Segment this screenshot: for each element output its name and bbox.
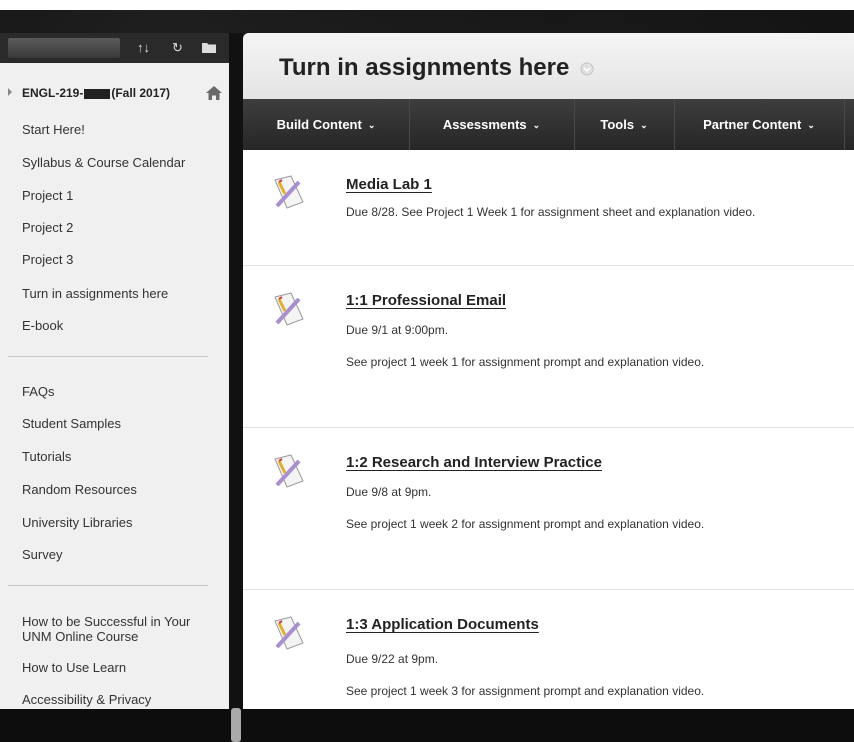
menu-item-random-resources[interactable]: Random Resources	[22, 482, 137, 498]
top-strip	[0, 0, 854, 10]
assignment-icon	[274, 175, 304, 209]
build-content-button[interactable]: Build Content ⌄	[243, 99, 410, 150]
assignment-description: Due 8/28. See Project 1 Week 1 for assig…	[346, 205, 756, 219]
assignment-icon	[274, 292, 304, 326]
chevron-down-icon: ⌄	[367, 120, 376, 131]
menu-item-project-1[interactable]: Project 1	[22, 188, 73, 204]
menu-divider	[8, 356, 208, 357]
content-item: 1:2 Research and Interview Practice Due …	[243, 428, 854, 590]
menu-item-syllabus[interactable]: Syllabus & Course Calendar	[22, 155, 185, 171]
menu-item-how-to-use-learn[interactable]: How to Use Learn	[22, 660, 126, 676]
page-title: Turn in assignments here	[279, 54, 594, 82]
menu-item-accessibility-privacy[interactable]: Accessibility & Privacy	[22, 692, 151, 708]
menu-item-tutorials[interactable]: Tutorials	[22, 449, 71, 465]
home-icon[interactable]	[205, 84, 223, 102]
assignment-due: Due 9/22 at 9pm.	[346, 652, 439, 666]
assignment-description: See project 1 week 3 for assignment prom…	[346, 684, 705, 698]
chevron-down-icon: ⌄	[640, 120, 648, 131]
expand-arrow-icon[interactable]	[8, 88, 12, 96]
menu-item-turn-in-assignments[interactable]: Turn in assignments here	[22, 286, 168, 302]
assignment-link[interactable]: 1:2 Research and Interview Practice	[346, 454, 602, 471]
chevron-down-icon: ⌄	[532, 120, 541, 131]
menu-item-how-to-be-successful[interactable]: How to be Successful in Your UNM Online …	[22, 614, 212, 644]
course-menu-toolbar: ↑↓ ↻	[0, 33, 229, 63]
assignment-due: Due 9/1 at 9:00pm.	[346, 323, 449, 337]
assignment-description: See project 1 week 1 for assignment prom…	[346, 355, 705, 369]
assignment-link[interactable]: Media Lab 1	[346, 176, 432, 193]
menu-item-project-3[interactable]: Project 3	[22, 252, 73, 268]
menu-item-e-book[interactable]: E-book	[22, 318, 63, 334]
assignment-link[interactable]: 1:3 Application Documents	[346, 616, 539, 633]
menu-item-university-libraries[interactable]: University Libraries	[22, 515, 133, 531]
course-menu-scrollbar[interactable]	[229, 33, 243, 742]
folder-icon[interactable]	[201, 40, 217, 58]
refresh-icon[interactable]: ↻	[172, 40, 183, 56]
assignment-link[interactable]: 1:1 Professional Email	[346, 292, 506, 309]
assessments-button[interactable]: Assessments ⌄	[409, 99, 575, 150]
menu-item-survey[interactable]: Survey	[22, 547, 62, 563]
content-area: Turn in assignments here Build Content ⌄ …	[243, 33, 854, 709]
assignment-icon	[274, 616, 304, 650]
course-menu-collapse-bar[interactable]	[8, 38, 120, 58]
partner-content-button[interactable]: Partner Content ⌄	[674, 99, 845, 150]
chevron-down-icon: ⌄	[807, 120, 815, 131]
assignment-description: See project 1 week 2 for assignment prom…	[346, 517, 705, 531]
course-title-row[interactable]: ENGL-219- (Fall 2017)	[8, 84, 223, 104]
menu-item-start-here[interactable]: Start Here!	[22, 122, 85, 138]
course-title[interactable]: ENGL-219- (Fall 2017)	[22, 86, 170, 100]
scrollbar-thumb[interactable]	[231, 708, 241, 742]
redacted-block	[84, 88, 111, 99]
content-item: Media Lab 1 Due 8/28. See Project 1 Week…	[243, 150, 854, 266]
action-bar: Build Content ⌄ Assessments ⌄ Tools ⌄ Partn…	[243, 99, 854, 150]
options-chevron-icon[interactable]	[580, 62, 594, 76]
content-item: 1:3 Application Documents Due 9/22 at 9p…	[243, 590, 854, 709]
assignment-icon	[274, 454, 304, 488]
page-header: Turn in assignments here	[243, 33, 854, 99]
menu-divider	[8, 585, 208, 586]
menu-item-faqs[interactable]: FAQs	[22, 384, 55, 400]
tools-button[interactable]: Tools ⌄	[574, 99, 675, 150]
assignment-due: Due 9/8 at 9pm.	[346, 485, 432, 499]
content-item: 1:1 Professional Email Due 9/1 at 9:00pm…	[243, 266, 854, 428]
menu-item-student-samples[interactable]: Student Samples	[22, 416, 121, 432]
menu-item-project-2[interactable]: Project 2	[22, 220, 73, 236]
sort-icon[interactable]: ↑↓	[137, 40, 150, 56]
